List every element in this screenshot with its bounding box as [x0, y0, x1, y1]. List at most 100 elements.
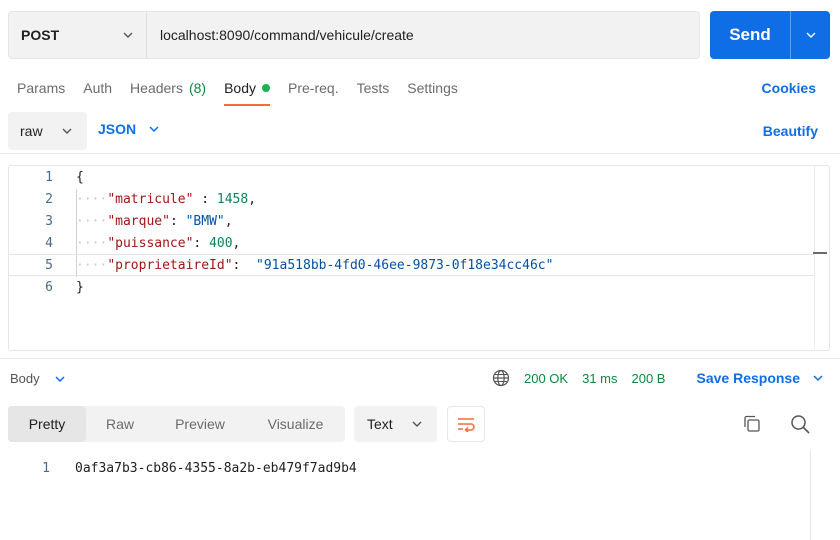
chevron-down-icon — [55, 375, 65, 382]
json-value: 400 — [209, 235, 233, 251]
request-tabs: Params Auth Headers (8) Body Pre-req. Tes… — [17, 72, 476, 106]
chevron-down-icon — [62, 128, 72, 134]
search-icon[interactable] — [789, 413, 811, 435]
tab-pretty[interactable]: Pretty — [8, 406, 86, 442]
code-text: ····"puissance": 400, — [76, 235, 241, 251]
code-text: { — [76, 170, 84, 185]
response-view-tabs: Pretty Raw Preview Visualize — [8, 406, 345, 442]
json-value: 1458 — [216, 191, 249, 207]
line-number: 1 — [42, 460, 50, 476]
json-separator: : — [169, 213, 186, 229]
tab-label: Pre-req. — [288, 80, 339, 96]
send-button-group: Send — [710, 11, 830, 59]
json-key: "matricule" — [107, 191, 194, 207]
save-response-label: Save Response — [696, 370, 801, 386]
chevron-down-icon — [813, 375, 823, 382]
copy-icon[interactable] — [741, 413, 763, 435]
code-text: ····"matricule" : 1458, — [76, 191, 257, 207]
tab-settings[interactable]: Settings — [407, 72, 458, 106]
code-text: ····"proprietaireId": "91a518bb-4fd0-46e… — [76, 257, 554, 273]
chevron-down-icon — [412, 421, 422, 427]
json-separator: : — [193, 235, 210, 251]
tab-label: Headers — [130, 80, 183, 96]
tab-params[interactable]: Params — [17, 72, 65, 106]
json-comma: , — [232, 235, 241, 251]
editor-line: 1 { — [9, 166, 815, 188]
close-brace: } — [76, 279, 84, 295]
tab-headers[interactable]: Headers (8) — [130, 72, 206, 106]
code-text: ····"marque": "BMW", — [76, 213, 233, 229]
cookies-link[interactable]: Cookies — [762, 80, 816, 96]
request-body-editor[interactable]: 1 { 2 ····"matricule" : 1458, 3 ····"mar… — [8, 165, 830, 351]
line-number: 4 — [45, 235, 53, 251]
save-response-button[interactable]: Save Response — [697, 370, 825, 386]
tab-preview[interactable]: Preview — [154, 406, 246, 442]
editor-line: 6 } — [9, 276, 815, 298]
response-size[interactable]: 200 B — [632, 371, 666, 386]
response-format-label: Text — [367, 416, 393, 432]
body-format-label: JSON — [98, 121, 137, 137]
send-options-button[interactable] — [790, 11, 830, 59]
body-type-select[interactable]: raw — [8, 112, 87, 150]
response-format-select[interactable]: Text — [354, 406, 437, 442]
tab-auth[interactable]: Auth — [83, 72, 112, 106]
response-bar: Body 200 OK 31 ms 200 B Save Response — [0, 358, 840, 398]
tab-label: Body — [224, 80, 257, 96]
body-mode-row: raw JSON Beautify — [0, 110, 840, 154]
body-indicator-dot — [262, 84, 271, 92]
response-line: 1 0af3a7b3-cb86-4355-8a2b-eb479f7ad9b4 — [0, 457, 357, 479]
line-number: 6 — [45, 279, 53, 295]
status-code[interactable]: 200 OK — [524, 371, 568, 386]
code-text: } — [76, 280, 84, 295]
send-button[interactable]: Send — [710, 11, 790, 59]
line-number: 3 — [45, 213, 53, 229]
editor-line: 3 ····"marque": "BMW", — [9, 210, 815, 232]
editor-line: 2 ····"matricule" : 1458, — [9, 188, 815, 210]
tab-label: Settings — [407, 80, 458, 96]
chevron-down-icon — [806, 32, 815, 38]
json-value: "91a518bb-4fd0-46ee-9873-0f18e34cc46c" — [256, 257, 554, 273]
beautify-button[interactable]: Beautify — [763, 123, 818, 139]
tab-pre-request[interactable]: Pre-req. — [288, 72, 339, 106]
body-type-label: raw — [20, 123, 43, 139]
scroll-cursor-marker — [813, 252, 827, 254]
tab-label: Params — [17, 80, 66, 96]
json-key: "marque" — [107, 213, 170, 229]
wrap-lines-button[interactable] — [447, 406, 485, 442]
line-number: 5 — [45, 257, 53, 273]
json-separator: : — [232, 257, 257, 273]
method-label: POST — [21, 27, 60, 43]
chevron-down-icon — [149, 126, 159, 133]
tab-raw[interactable]: Raw — [86, 406, 154, 442]
tab-label: Tests — [356, 80, 390, 96]
headers-count-badge: (8) — [188, 80, 207, 96]
body-format-select[interactable]: JSON — [98, 121, 160, 137]
line-number: 2 — [45, 191, 53, 207]
tab-visualize[interactable]: Visualize — [246, 406, 345, 442]
json-comma: , — [248, 191, 257, 207]
wrap-lines-icon — [458, 418, 475, 432]
editor-scrollbar[interactable] — [813, 166, 829, 350]
response-section-label: Body — [10, 371, 40, 386]
response-scrollbar-track — [810, 450, 811, 540]
tab-tests[interactable]: Tests — [357, 72, 390, 106]
line-number: 1 — [45, 169, 53, 185]
json-key: "proprietaireId" — [107, 257, 233, 273]
globe-icon[interactable] — [492, 369, 510, 387]
response-stats: 200 OK 31 ms 200 B — [492, 369, 665, 387]
tab-body[interactable]: Body — [224, 72, 271, 106]
tab-label: Auth — [83, 80, 113, 96]
url-input[interactable] — [147, 12, 699, 58]
editor-line-current: 5 ····"proprietaireId": "91a518bb-4fd0-4… — [9, 254, 815, 276]
json-comma: , — [224, 213, 233, 229]
method-select[interactable]: POST — [9, 12, 147, 58]
open-brace: { — [76, 169, 84, 185]
editor-line: 4 ····"puissance": 400, — [9, 232, 815, 254]
response-section-select[interactable]: Body — [10, 371, 66, 386]
chevron-down-icon — [123, 32, 133, 38]
response-time[interactable]: 31 ms — [582, 371, 617, 386]
json-key: "puissance" — [107, 235, 194, 251]
json-separator: : — [193, 191, 217, 207]
response-content[interactable]: 0af3a7b3-cb86-4355-8a2b-eb479f7ad9b4 — [75, 461, 357, 476]
request-url-bar: POST — [8, 11, 700, 59]
